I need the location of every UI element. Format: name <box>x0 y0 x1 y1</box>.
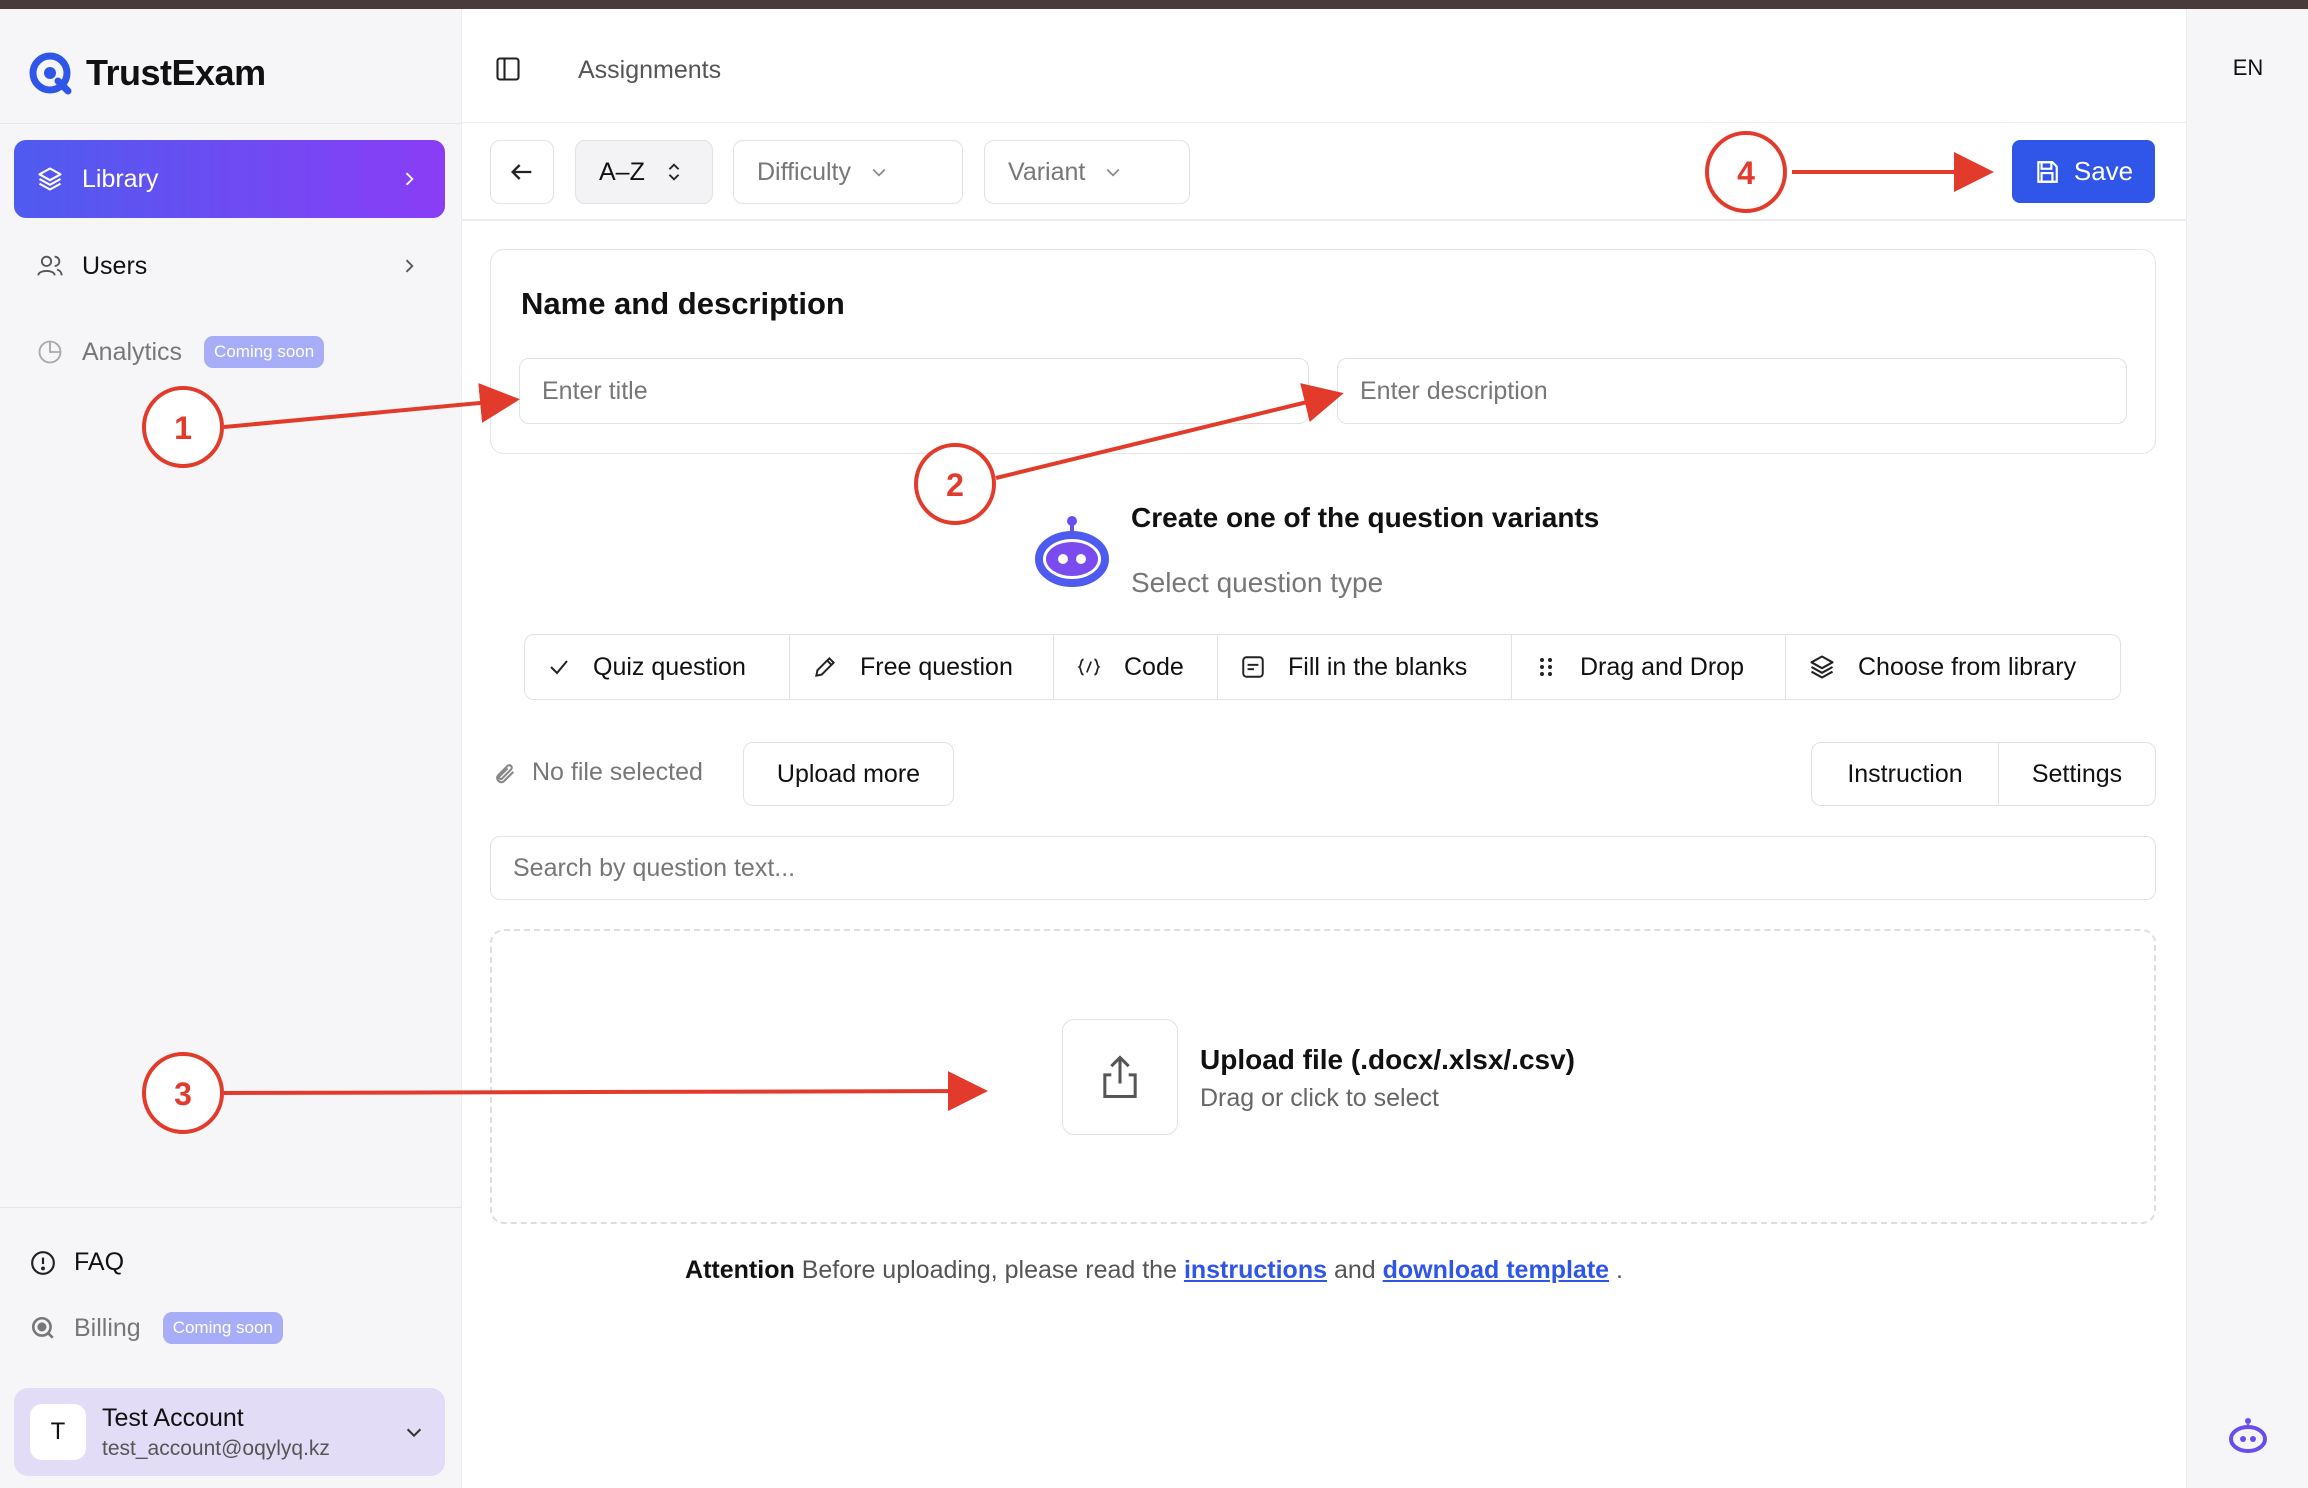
upload-dropzone[interactable] <box>490 929 2156 1224</box>
sidebar-item-users[interactable]: Users <box>14 227 445 305</box>
description-input[interactable]: Enter description <box>1337 358 2127 424</box>
question-type-label: Free question <box>860 652 1013 681</box>
sidebar-item-label: Users <box>82 251 148 280</box>
chevron-down-icon <box>872 168 886 177</box>
settings-button[interactable]: Settings <box>1999 743 2155 805</box>
attention-label: Attention <box>685 1256 795 1284</box>
instruction-settings-group: Instruction Settings <box>1811 742 2156 806</box>
chevron-right-icon <box>405 259 414 273</box>
app-logo[interactable]: TrustExam <box>28 45 266 101</box>
account-email: test_account@oqylyq.kz <box>102 1436 330 1460</box>
variants-subtitle: Select question type <box>1131 567 1384 598</box>
search-placeholder: Search by question text... <box>513 853 796 882</box>
floppy-disk-icon <box>2037 160 2058 183</box>
question-type-bar: Quiz question Free question Code Fill in… <box>524 634 2121 700</box>
chevron-down-icon <box>1106 168 1120 177</box>
description-placeholder: Enter description <box>1360 376 1548 405</box>
language-switcher[interactable]: EN <box>2187 55 2308 81</box>
instruction-label: Instruction <box>1847 759 1963 788</box>
coming-soon-badge: Coming soon <box>204 336 325 368</box>
quiz-question-button[interactable]: Quiz question <box>525 635 790 699</box>
users-icon <box>37 255 63 276</box>
question-type-label: Choose from library <box>1858 652 2077 681</box>
window-top-strip <box>0 0 2308 9</box>
search-input[interactable]: Search by question text... <box>490 836 2156 900</box>
upload-more-label: Upload more <box>776 759 921 788</box>
sidebar-toggle-icon[interactable] <box>494 55 522 83</box>
upload-more-button[interactable]: Upload more <box>743 742 954 806</box>
save-label: Save <box>2073 156 2134 186</box>
sidebar-item-library[interactable]: Library <box>14 140 445 218</box>
name-description-card: Name and description Enter title Enter d… <box>490 249 2156 454</box>
paperclip-icon <box>496 763 515 783</box>
chevron-right-icon <box>405 172 414 186</box>
download-template-link[interactable]: download template <box>1383 1256 1609 1284</box>
grip-icon <box>1540 658 1552 676</box>
sidebar-divider <box>0 1207 462 1208</box>
account-name: Test Account <box>102 1403 244 1432</box>
choose-from-library-button[interactable]: Choose from library <box>1786 635 2120 699</box>
instructions-link[interactable]: instructions <box>1184 1256 1327 1284</box>
question-type-label: Quiz question <box>593 652 746 681</box>
check-icon <box>550 660 568 675</box>
attention-note: Attention Before uploading, please read … <box>0 1256 2308 1285</box>
breadcrumb[interactable]: Assignments <box>578 56 721 85</box>
account-switcher[interactable]: T Test Account test_account@oqylyq.kz <box>14 1388 445 1476</box>
assistant-bot-icon[interactable] <box>2227 1415 2269 1457</box>
sidebar-item-label: Library <box>82 164 159 193</box>
title-placeholder: Enter title <box>542 376 648 405</box>
upload-icon <box>1103 1055 1137 1099</box>
variant-placeholder: Variant <box>1008 157 1086 186</box>
variant-select[interactable]: Variant <box>984 140 1190 204</box>
layers-icon <box>1810 655 1834 679</box>
sidebar-item-label: Billing <box>74 1313 141 1342</box>
coming-soon-badge: Coming soon <box>162 1312 283 1344</box>
save-button[interactable]: Save <box>2012 140 2155 203</box>
settings-label: Settings <box>2031 759 2123 788</box>
upload-title: Upload file (.docx/.xlsx/.csv) <box>1200 1044 1576 1075</box>
logo-icon <box>29 52 72 95</box>
app-name: TrustExam <box>86 52 266 93</box>
sidebar-item-billing[interactable]: Billing Coming soon <box>30 1312 283 1344</box>
variants-title: Create one of the question variants <box>1131 502 1600 533</box>
question-type-label: Drag and Drop <box>1580 652 1744 681</box>
back-button[interactable] <box>490 140 554 204</box>
difficulty-placeholder: Difficulty <box>757 157 852 186</box>
sidebar-item-label: Analytics <box>82 337 183 366</box>
fill-blanks-button[interactable]: Fill in the blanks <box>1218 635 1512 699</box>
code-icon <box>1077 658 1101 676</box>
attention-text: Before uploading, please read the <box>801 1256 1177 1284</box>
upload-button[interactable] <box>1062 1019 1178 1135</box>
attention-and: and <box>1333 1256 1376 1284</box>
free-question-button[interactable]: Free question <box>790 635 1054 699</box>
sort-button[interactable]: A–Z <box>575 140 713 204</box>
text-box-icon <box>1242 656 1264 678</box>
question-type-label: Fill in the blanks <box>1288 652 1468 681</box>
file-status-text: No file selected <box>532 758 703 786</box>
sort-label: A–Z <box>599 157 645 186</box>
drag-drop-button[interactable]: Drag and Drop <box>1512 635 1786 699</box>
sidebar-divider <box>0 123 462 124</box>
arrow-left-icon <box>511 164 532 180</box>
chevron-down-icon <box>406 1428 422 1438</box>
file-status: No file selected <box>490 758 703 787</box>
toolbar-divider <box>462 219 2186 221</box>
title-input[interactable]: Enter title <box>519 358 1309 424</box>
layers-icon <box>38 167 62 191</box>
robot-mascot-icon <box>1035 516 1109 587</box>
code-button[interactable]: Code <box>1054 635 1218 699</box>
chevron-up-down-icon <box>668 163 680 181</box>
avatar: T <box>30 1404 86 1460</box>
difficulty-select[interactable]: Difficulty <box>733 140 963 204</box>
section-title: Name and description <box>521 286 845 321</box>
sidebar-item-analytics[interactable]: Analytics Coming soon <box>14 313 445 391</box>
attention-end: . <box>1616 1256 1623 1284</box>
header-divider <box>462 122 2186 123</box>
upload-subtitle: Drag or click to select <box>1200 1084 1439 1112</box>
instruction-button[interactable]: Instruction <box>1812 743 1999 805</box>
billing-icon <box>31 1316 54 1339</box>
pie-chart-icon <box>38 340 62 364</box>
question-type-label: Code <box>1124 652 1184 681</box>
pencil-icon <box>815 656 836 677</box>
